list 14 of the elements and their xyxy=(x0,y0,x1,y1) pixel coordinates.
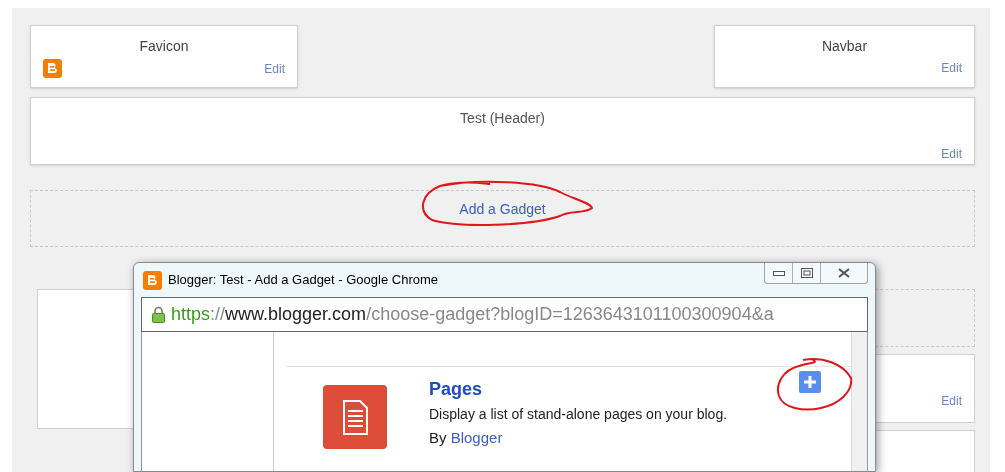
window-title: Blogger: Test - Add a Gadget - Google Chrome xyxy=(168,271,439,290)
widget-title: Test (Header) xyxy=(460,109,545,128)
edit-link[interactable]: Edit xyxy=(941,147,962,161)
gadget-description: Display a list of stand-alone pages on your blog. xyxy=(429,405,728,424)
add-gadget-link[interactable]: Add a Gadget xyxy=(459,199,546,217)
author-link[interactable]: Blogger xyxy=(450,429,503,446)
edit-link[interactable]: Edit xyxy=(264,59,285,78)
widget-title: Navbar xyxy=(820,37,869,56)
gadget-name-link[interactable]: Pages xyxy=(429,376,728,403)
widget-title: Favicon xyxy=(138,37,190,56)
edit-link[interactable]: Edit xyxy=(941,59,962,77)
edit-link[interactable]: Edit xyxy=(941,392,962,410)
by-label: By xyxy=(429,429,447,446)
url-text: https://www.blogger.com/choose-gadget?blogID=1263643101100300904&a xyxy=(171,303,774,326)
